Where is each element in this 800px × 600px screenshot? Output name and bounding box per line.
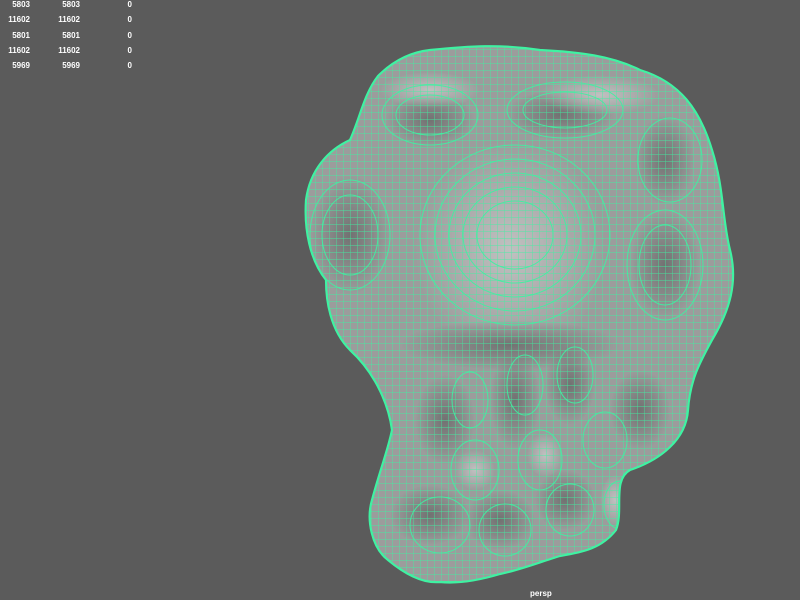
mesh-surface <box>305 46 734 583</box>
camera-label: persp <box>530 589 552 598</box>
sculpted-mesh-icon[interactable] <box>0 0 800 600</box>
viewport-3d[interactable]: 5803 5803 0 11602 11602 0 5801 5801 0 11… <box>0 0 800 600</box>
